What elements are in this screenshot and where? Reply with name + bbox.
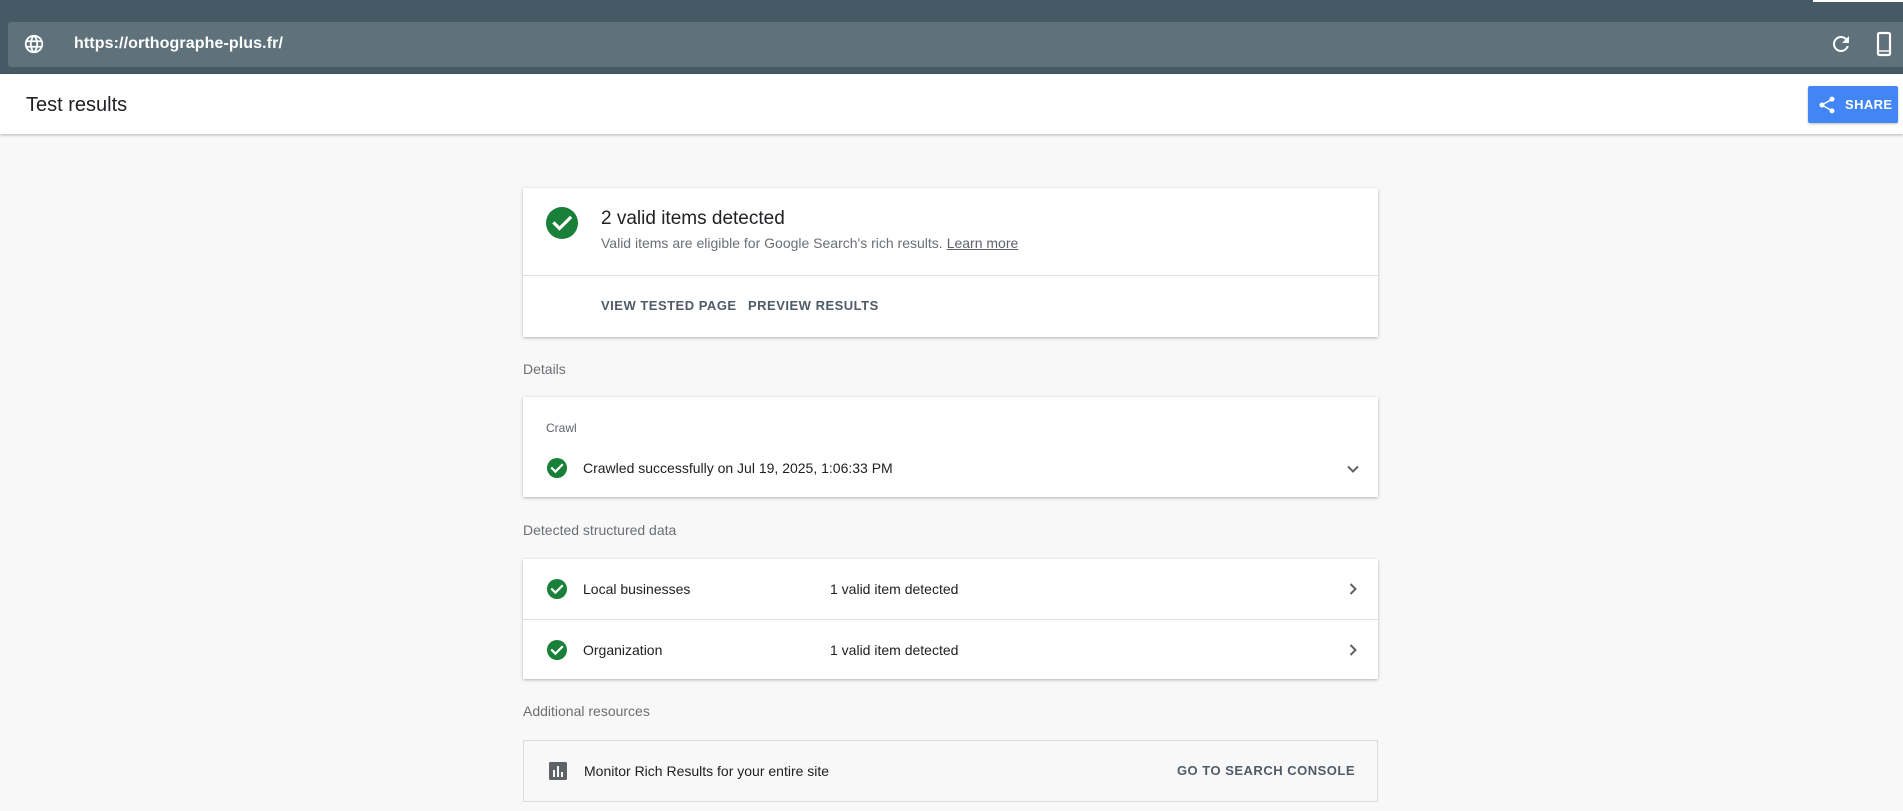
view-tested-page-button[interactable]: VIEW TESTED PAGE [601,298,737,314]
url-text[interactable]: https://orthographe-plus.fr/ [74,33,283,55]
check-circle-icon [547,579,567,599]
share-button[interactable]: SHARE [1808,86,1898,123]
resources-section-label: Additional resources [523,703,650,719]
go-to-search-console-button[interactable]: GO TO SEARCH CONSOLE [1177,763,1355,779]
resources-card: Monitor Rich Results for your entire sit… [523,740,1378,802]
results-header: Test results SHARE [0,74,1903,134]
url-bar[interactable] [8,22,1903,67]
check-circle-icon [546,207,578,239]
divider [523,275,1378,276]
structured-data-name: Local businesses [583,581,691,597]
share-label: SHARE [1845,97,1893,112]
tab-stub [1813,0,1903,2]
structured-data-section-label: Detected structured data [523,522,677,538]
chevron-right-icon[interactable] [1343,579,1363,599]
chevron-down-icon[interactable] [1343,459,1363,479]
reload-icon[interactable] [1829,32,1853,56]
page-title: Test results [26,94,128,116]
summary-card: 2 valid items detected Valid items are e… [523,188,1378,337]
preview-results-button[interactable]: PREVIEW RESULTS [748,298,879,314]
structured-data-row[interactable]: Local businesses 1 valid item detected [523,559,1378,619]
learn-more-link[interactable]: Learn more [947,235,1019,251]
resources-text: Monitor Rich Results for your entire sit… [584,763,830,779]
bar-chart-icon [549,762,567,780]
structured-data-status: 1 valid item detected [830,642,959,658]
summary-subtitle-text: Valid items are eligible for Google Sear… [601,235,943,251]
crawl-status: Crawled successfully on Jul 19, 2025, 1:… [583,460,893,476]
details-section-label: Details [523,361,566,377]
crawl-card[interactable]: Crawl Crawled successfully on Jul 19, 20… [523,397,1378,497]
check-circle-icon [547,458,567,478]
summary-subtitle: Valid items are eligible for Google Sear… [601,234,1018,252]
share-icon [1819,96,1835,113]
chevron-right-icon[interactable] [1343,640,1363,660]
summary-title: 2 valid items detected [601,208,785,229]
check-circle-icon [547,640,567,660]
structured-data-status: 1 valid item detected [830,581,959,597]
structured-data-card: Local businesses 1 valid item detected O… [523,559,1378,679]
browser-top-bar: https://orthographe-plus.fr/ [0,0,1903,74]
globe-icon [24,34,44,54]
structured-data-name: Organization [583,642,663,658]
crawl-label: Crawl [546,421,577,435]
structured-data-row[interactable]: Organization 1 valid item detected [523,619,1378,679]
mobile-device-icon[interactable] [1874,31,1894,57]
